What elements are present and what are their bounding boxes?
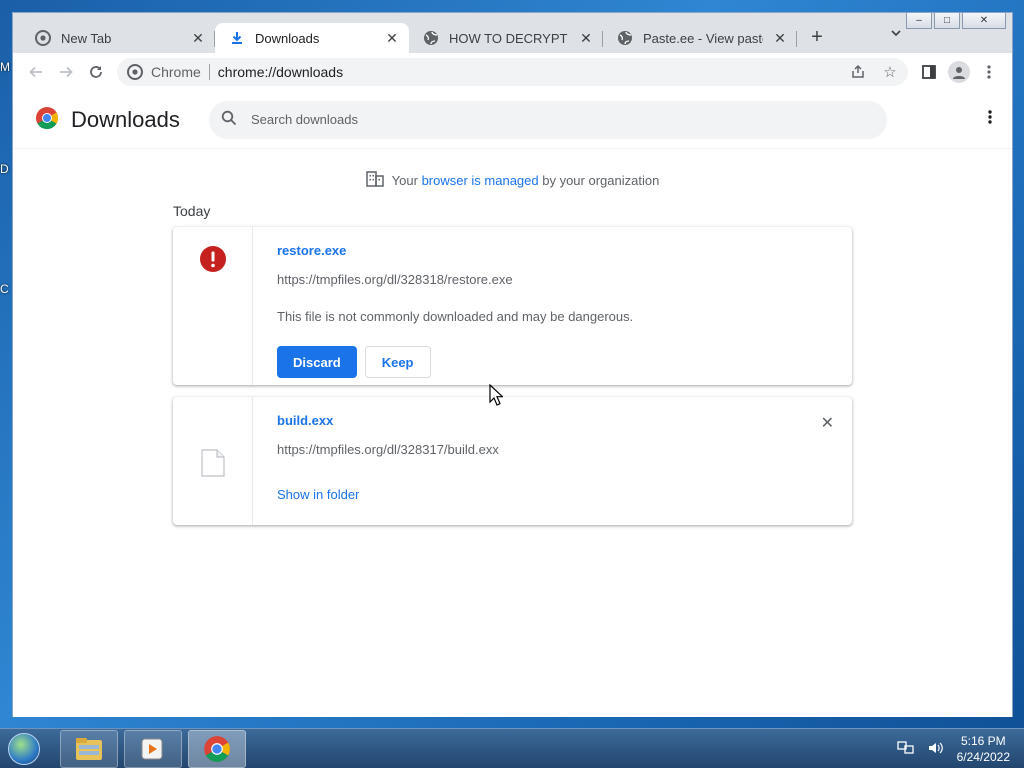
windows-taskbar: 5:16 PM 6/24/2022: [0, 728, 1024, 768]
file-name-link[interactable]: restore.exe: [277, 243, 828, 258]
clock-date: 6/24/2022: [956, 750, 1010, 764]
close-tab-icon[interactable]: ✕: [579, 30, 593, 47]
danger-warning-text: This file is not commonly downloaded and…: [277, 309, 634, 324]
close-tab-icon[interactable]: ✕: [385, 30, 399, 47]
page-title: Downloads: [71, 106, 180, 132]
tab-how-to-decrypt[interactable]: HOW TO DECRYPT YOUR ✕: [409, 23, 603, 53]
side-panel-icon: [922, 65, 936, 79]
tab-title: Downloads: [255, 30, 320, 46]
system-tray: 5:16 PM 6/24/2022: [896, 729, 1024, 768]
chrome-logo-icon: [35, 106, 59, 133]
desktop-icon-label[interactable]: M: [0, 60, 10, 74]
globe-icon: [423, 30, 439, 46]
taskbar-clock[interactable]: 5:16 PM 6/24/2022: [957, 733, 1010, 765]
clock-time: 5:16 PM: [960, 734, 1006, 748]
back-button[interactable]: [21, 57, 51, 87]
windows-logo-icon: [8, 732, 40, 765]
more-vert-icon: [988, 110, 992, 124]
tab-paste-ee[interactable]: Paste.ee - View paste Lm ✕: [603, 23, 797, 53]
taskbar-explorer[interactable]: [60, 729, 118, 768]
site-chip[interactable]: Chrome: [151, 64, 201, 80]
tab-title: New Tab: [61, 30, 112, 46]
managed-text-suffix: by your organization: [538, 173, 660, 188]
folder-icon: [76, 737, 102, 760]
mouse-cursor-icon: [489, 383, 505, 409]
close-tab-icon[interactable]: ✕: [191, 30, 205, 47]
browser-window: – □ ✕ New Tab ✕ Downloads ✕ HOW TO DECRY…: [12, 12, 1013, 717]
file-icon: [200, 449, 225, 525]
download-item-build: build.exx https://tmpfiles.org/dl/328317…: [173, 397, 852, 525]
media-player-icon: [141, 738, 163, 759]
profile-button[interactable]: [944, 57, 974, 87]
managed-notice: Your browser is managed by your organiza…: [13, 171, 1012, 190]
arrow-left-icon: [29, 66, 42, 78]
more-vert-icon: [987, 65, 991, 79]
downloads-header: Downloads: [13, 91, 1012, 149]
arrow-right-icon: [60, 66, 73, 78]
taskbar-media-player[interactable]: [124, 729, 182, 768]
tab-title: HOW TO DECRYPT YOUR: [449, 30, 569, 46]
browser-toolbar: Chrome chrome://downloads ☆: [13, 53, 1012, 91]
reload-button[interactable]: [81, 57, 111, 87]
new-tab-button[interactable]: +: [803, 23, 831, 51]
close-tab-icon[interactable]: ✕: [773, 30, 787, 47]
start-button[interactable]: [0, 729, 48, 768]
tab-strip: New Tab ✕ Downloads ✕ HOW TO DECRYPT YOU…: [13, 19, 1012, 53]
date-section-heading: Today: [173, 203, 211, 219]
downloads-page: Downloads Your browser is managed by you…: [13, 91, 1012, 717]
taskbar-chrome[interactable]: [188, 729, 246, 768]
network-icon[interactable]: [896, 740, 915, 759]
search-icon: [221, 110, 237, 129]
url-text[interactable]: chrome://downloads: [218, 64, 838, 80]
desktop-icon-label[interactable]: D: [0, 162, 9, 176]
show-in-folder-link[interactable]: Show in folder: [277, 487, 828, 502]
building-icon: [365, 171, 384, 190]
file-url: https://tmpfiles.org/dl/328318/restore.e…: [277, 272, 513, 287]
globe-icon: [617, 30, 633, 46]
bookmark-star-icon[interactable]: ☆: [878, 60, 902, 84]
chrome-icon: [204, 735, 230, 762]
tab-title: Paste.ee - View paste Lm: [643, 30, 763, 46]
address-bar[interactable]: Chrome chrome://downloads ☆: [117, 58, 908, 86]
download-item-restore: restore.exe https://tmpfiles.org/dl/3283…: [173, 227, 852, 385]
managed-text-prefix: Your: [391, 173, 422, 188]
tab-new-tab[interactable]: New Tab ✕: [21, 23, 215, 53]
share-icon[interactable]: [846, 60, 870, 84]
search-box[interactable]: [209, 100, 887, 139]
avatar: [948, 61, 970, 83]
keep-button[interactable]: Keep: [364, 346, 431, 378]
reload-icon: [90, 66, 102, 78]
search-input[interactable]: [251, 112, 851, 127]
remove-item-close-icon[interactable]: ✕: [821, 413, 834, 433]
danger-warning-icon: [199, 245, 227, 385]
forward-button[interactable]: [51, 57, 81, 87]
desktop-icon-label[interactable]: C: [0, 282, 9, 296]
file-url: https://tmpfiles.org/dl/328317/build.exx: [277, 442, 499, 457]
file-name-link[interactable]: build.exx: [277, 413, 828, 428]
side-panel-button[interactable]: [914, 57, 944, 87]
chevron-down-icon[interactable]: [890, 27, 902, 42]
chrome-icon: [35, 30, 51, 46]
downloads-menu-button[interactable]: [988, 109, 992, 130]
tab-downloads[interactable]: Downloads ✕: [215, 23, 409, 53]
managed-link[interactable]: browser is managed: [422, 173, 539, 188]
browser-menu-button[interactable]: [974, 57, 1004, 87]
discard-button[interactable]: Discard: [277, 346, 357, 378]
volume-icon[interactable]: [927, 740, 945, 759]
chrome-icon: [127, 64, 143, 80]
download-icon: [229, 30, 245, 46]
